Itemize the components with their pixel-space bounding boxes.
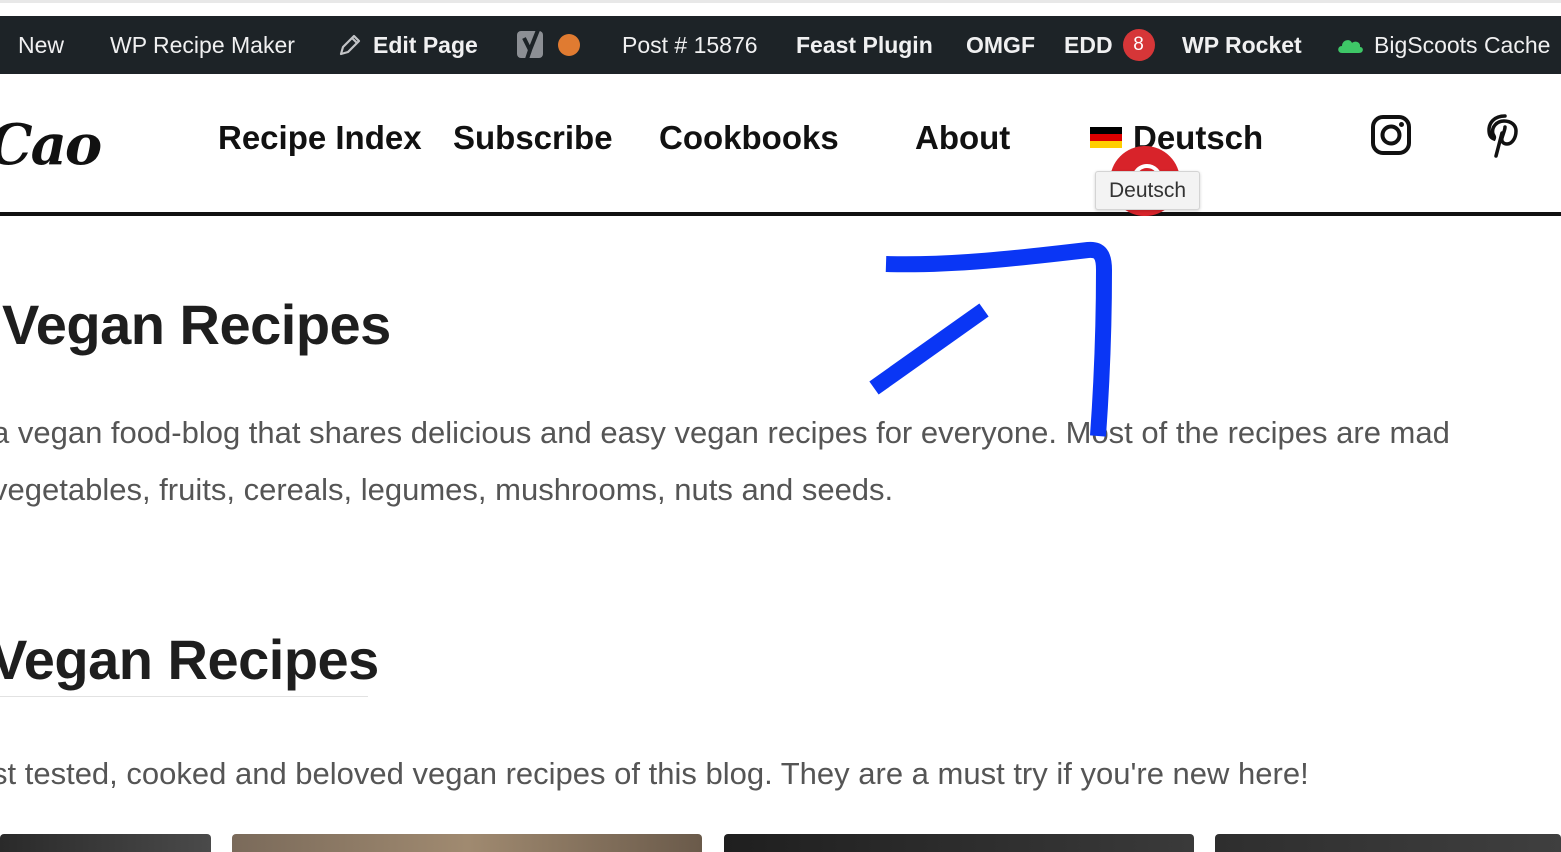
pinterest-icon[interactable]: [1486, 114, 1524, 158]
admin-yoast-menu[interactable]: [516, 16, 580, 74]
admin-wp-rocket-label: WP Rocket: [1182, 32, 1302, 58]
recipe-card-image[interactable]: [724, 834, 1194, 852]
admin-bigscoots-cache-label: BigScoots Cache: [1374, 32, 1551, 58]
nav-about[interactable]: About: [915, 119, 1010, 157]
admin-omgf-label: OMGF: [966, 32, 1035, 58]
status-dot-icon: [558, 34, 580, 56]
language-tooltip: Deutsch: [1095, 171, 1201, 210]
admin-post-id[interactable]: Post # 15876: [622, 16, 758, 74]
site-logo[interactable]: Cao: [0, 112, 102, 178]
admin-new-link[interactable]: New: [18, 16, 64, 74]
admin-edit-page-link[interactable]: Edit Page: [337, 16, 478, 74]
admin-edd-label: EDD: [1064, 32, 1113, 58]
nav-cookbooks[interactable]: Cookbooks: [659, 119, 839, 157]
admin-edd-link[interactable]: EDD 8: [1064, 16, 1155, 74]
instagram-icon[interactable]: [1370, 114, 1412, 156]
intro-text-line-1: a vegan food-blog that shares delicious …: [0, 415, 1450, 450]
section-title: Vegan Recipes: [0, 628, 379, 691]
admin-omgf-link[interactable]: OMGF: [966, 16, 1035, 74]
admin-feast-plugin-label: Feast Plugin: [796, 32, 933, 58]
wp-admin-bar: New WP Recipe Maker Edit Page Post # 158…: [0, 16, 1561, 74]
section-title-underline: [0, 696, 368, 697]
intro-text-line-2: vegetables, fruits, cereals, legumes, mu…: [0, 472, 894, 507]
admin-feast-plugin-link[interactable]: Feast Plugin: [796, 16, 933, 74]
recipe-card-image[interactable]: [1215, 834, 1561, 852]
yoast-icon: [517, 29, 543, 60]
nav-subscribe[interactable]: Subscribe: [453, 119, 613, 157]
admin-wp-recipe-maker-link[interactable]: WP Recipe Maker: [110, 16, 295, 74]
cloud-icon: [1338, 40, 1363, 53]
admin-wp-rocket-link[interactable]: WP Rocket: [1182, 16, 1302, 74]
browser-top-strip: [0, 0, 1561, 16]
admin-wp-recipe-maker-label: WP Recipe Maker: [110, 32, 295, 58]
edd-count-badge: 8: [1122, 29, 1155, 61]
pencil-icon: [339, 34, 361, 56]
section-description: st tested, cooked and beloved vegan reci…: [0, 756, 1309, 791]
header-divider: [0, 212, 1561, 216]
nav-recipe-index[interactable]: Recipe Index: [218, 119, 422, 157]
recipe-card-image[interactable]: [232, 834, 702, 852]
admin-edit-page-label: Edit Page: [373, 32, 478, 58]
admin-post-id-label: Post # 15876: [622, 32, 758, 58]
admin-bigscoots-cache-link[interactable]: BigScoots Cache: [1336, 16, 1550, 74]
recipe-card-image[interactable]: [0, 834, 211, 852]
page-title: Vegan Recipes: [2, 293, 391, 356]
admin-new-label: New: [18, 32, 65, 58]
germany-flag-icon: [1090, 127, 1122, 148]
